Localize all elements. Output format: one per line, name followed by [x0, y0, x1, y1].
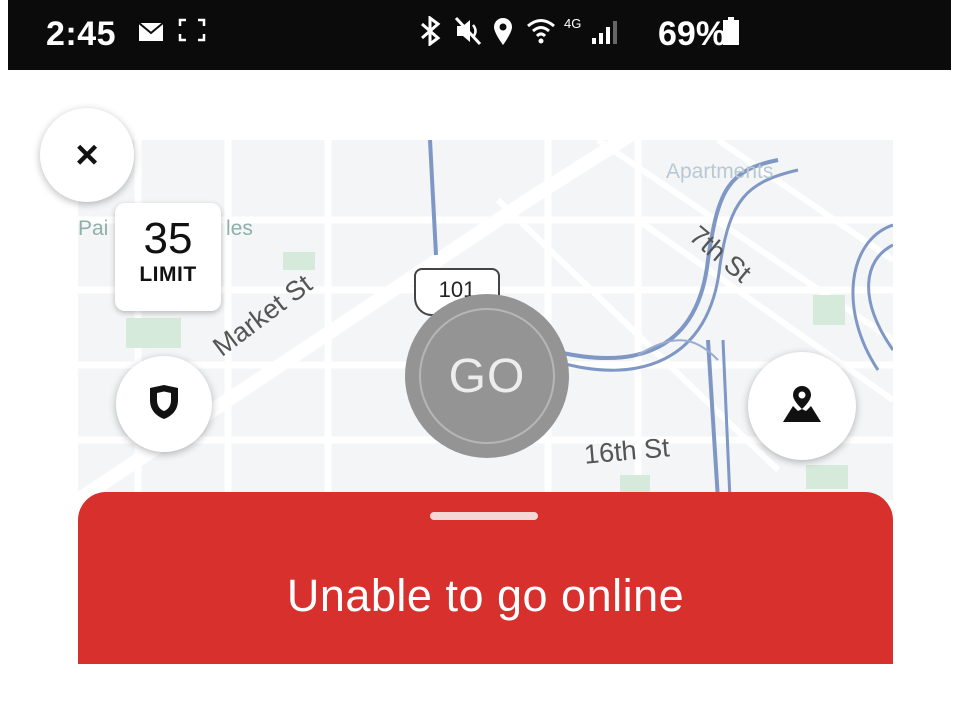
- wifi-icon: [526, 16, 556, 54]
- mute-icon: [454, 16, 482, 54]
- mail-icon: [138, 16, 164, 50]
- map-pin-icon: [781, 384, 823, 429]
- close-icon: ×: [75, 132, 99, 177]
- location-icon: [492, 16, 514, 54]
- status-bar: 2:45 4G 69%: [8, 0, 951, 70]
- close-button[interactable]: ×: [40, 108, 134, 202]
- battery-percent: 69%: [658, 15, 727, 53]
- shield-icon: [148, 384, 180, 425]
- speed-limit-value: 35: [143, 214, 193, 263]
- status-bottom-sheet[interactable]: Unable to go online: [78, 492, 893, 664]
- screenshot-icon: [178, 16, 206, 50]
- destination-filter-button[interactable]: [748, 352, 856, 460]
- signal-icon: [590, 16, 624, 54]
- lte-icon: 4G: [564, 16, 582, 31]
- status-time: 2:45: [46, 15, 117, 53]
- sheet-drag-handle[interactable]: [430, 512, 538, 520]
- go-online-button[interactable]: GO: [405, 294, 569, 458]
- map-label-apartments: Apartments: [666, 160, 774, 183]
- battery-icon: [722, 16, 740, 54]
- map-label-park-left: Pai: [78, 217, 109, 240]
- speed-limit-label: LIMIT: [139, 263, 197, 286]
- go-button-label: GO: [448, 349, 526, 403]
- map-label-park-right: les: [226, 217, 253, 240]
- bluetooth-icon: [418, 15, 442, 54]
- sheet-status-message: Unable to go online: [286, 570, 685, 621]
- safety-toolkit-button[interactable]: [116, 356, 212, 452]
- speed-limit-sign: 35 LIMIT: [115, 203, 221, 311]
